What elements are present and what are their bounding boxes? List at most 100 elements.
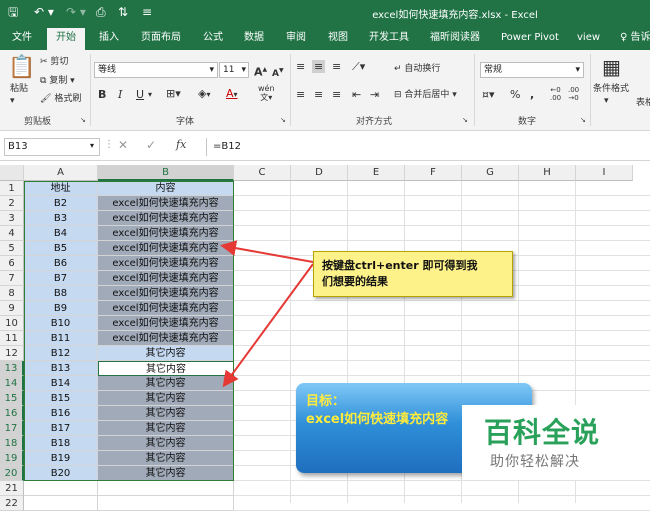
fill-color-icon[interactable]: ◈▾ xyxy=(198,87,210,101)
tab-developer[interactable]: 开发工具 xyxy=(369,32,409,44)
tab-home[interactable]: 开始 xyxy=(47,28,85,50)
column-header-g[interactable]: G xyxy=(462,165,519,181)
select-all-corner[interactable] xyxy=(0,165,24,181)
align-left-icon[interactable]: ≡ xyxy=(296,88,305,101)
align-bottom-icon[interactable]: ≡ xyxy=(332,60,341,73)
cell-b[interactable]: excel如何快速填充内容 xyxy=(98,271,234,286)
font-name-select[interactable]: 等线 ▾ xyxy=(94,62,218,78)
align-top-icon[interactable]: ≡ xyxy=(296,60,305,73)
cell-b[interactable]: excel如何快速填充内容 xyxy=(98,241,234,256)
tab-view[interactable]: 视图 xyxy=(328,32,348,44)
cell-a[interactable]: B6 xyxy=(24,256,98,271)
cell-a[interactable]: B17 xyxy=(24,421,98,436)
name-box[interactable]: B13 xyxy=(4,138,100,156)
tab-review[interactable]: 审阅 xyxy=(286,32,306,44)
cell-b[interactable]: excel如何快速填充内容 xyxy=(98,286,234,301)
paste-dropdown-icon[interactable]: ▾ xyxy=(10,96,15,107)
row-header[interactable]: 22 xyxy=(0,496,24,511)
format-as-table-button[interactable]: 表格 xyxy=(636,98,650,109)
conditional-format-button[interactable]: 条件格式 xyxy=(593,84,629,95)
cell-b[interactable]: excel如何快速填充内容 xyxy=(98,196,234,211)
cell-a[interactable]: B14 xyxy=(24,376,98,391)
row-header[interactable]: 6 xyxy=(0,256,24,271)
shrink-font-button[interactable]: A▼ xyxy=(272,64,284,81)
row-header[interactable]: 13 xyxy=(0,361,24,376)
increase-decimal-icon[interactable]: ←0.00 xyxy=(550,86,561,102)
cell-b[interactable]: excel如何快速填充内容 xyxy=(98,256,234,271)
cell-b[interactable]: excel如何快速填充内容 xyxy=(98,316,234,331)
bold-button[interactable]: B xyxy=(98,88,106,101)
row-header[interactable]: 3 xyxy=(0,211,24,226)
cell-a[interactable]: B7 xyxy=(24,271,98,286)
enter-icon[interactable]: ✓ xyxy=(146,138,156,152)
row-header[interactable]: 2 xyxy=(0,196,24,211)
cell-b[interactable]: 其它内容 xyxy=(98,451,234,466)
row-header[interactable]: 9 xyxy=(0,301,24,316)
cell-a[interactable] xyxy=(24,496,98,511)
row-header[interactable]: 10 xyxy=(0,316,24,331)
conditional-format-icon[interactable]: ▦ xyxy=(602,56,621,78)
cell-a[interactable]: B18 xyxy=(24,436,98,451)
cell-b[interactable]: excel如何快速填充内容 xyxy=(98,211,234,226)
row-header[interactable]: 4 xyxy=(0,226,24,241)
tab-page-layout[interactable]: 页面布局 xyxy=(141,32,181,44)
row-header[interactable]: 8 xyxy=(0,286,24,301)
cell-b[interactable]: 其它内容 xyxy=(98,406,234,421)
phonetic-guide-icon[interactable]: wén 文▾ xyxy=(258,84,275,102)
cell-a[interactable]: 地址 xyxy=(24,181,98,196)
dialog-launcher-icon[interactable]: ↘ xyxy=(80,115,86,126)
cell-a[interactable]: B11 xyxy=(24,331,98,346)
column-header-c[interactable]: C xyxy=(234,165,291,181)
grow-font-button[interactable]: A▲ xyxy=(254,63,267,79)
row-header[interactable]: 16 xyxy=(0,406,24,421)
underline-button[interactable]: U xyxy=(136,88,144,101)
row-header[interactable]: 12 xyxy=(0,346,24,361)
indent-increase-icon[interactable]: ⇥ xyxy=(370,88,379,101)
cell-b[interactable]: excel如何快速填充内容 xyxy=(98,226,234,241)
paste-button[interactable]: 粘贴 xyxy=(10,84,28,95)
font-size-select[interactable]: 11 ▾ xyxy=(219,62,249,78)
formula-input[interactable]: =B12 xyxy=(206,138,650,156)
row-header[interactable]: 11 xyxy=(0,331,24,346)
cell-a[interactable]: B2 xyxy=(24,196,98,211)
cell-a[interactable]: B19 xyxy=(24,451,98,466)
comma-style-button[interactable]: , xyxy=(530,88,534,101)
row-header[interactable]: 1 xyxy=(0,181,24,196)
column-header-f[interactable]: F xyxy=(405,165,462,181)
column-header-h[interactable]: H xyxy=(519,165,576,181)
row-header[interactable]: 7 xyxy=(0,271,24,286)
cell-a[interactable]: B8 xyxy=(24,286,98,301)
cell-a[interactable]: B20 xyxy=(24,466,98,481)
tab-power-pivot[interactable]: Power Pivot xyxy=(501,32,559,44)
paste-icon[interactable]: 📋 xyxy=(8,56,35,80)
cell-b[interactable] xyxy=(98,496,234,511)
cell-b[interactable]: 其它内容 xyxy=(98,436,234,451)
format-painter-button[interactable]: 🖌 格式刷 xyxy=(40,94,81,105)
indent-decrease-icon[interactable]: ⇤ xyxy=(352,88,361,101)
row-header[interactable]: 20 xyxy=(0,466,24,481)
tab-foxit[interactable]: 福昕阅读器 xyxy=(430,32,480,44)
cell-a[interactable] xyxy=(24,481,98,496)
row-header[interactable]: 15 xyxy=(0,391,24,406)
column-header-b[interactable]: B xyxy=(98,165,234,181)
column-header-d[interactable]: D xyxy=(291,165,348,181)
cell-b[interactable]: excel如何快速填充内容 xyxy=(98,301,234,316)
cell-b[interactable]: 其它内容 xyxy=(98,346,234,361)
cell-a[interactable]: B4 xyxy=(24,226,98,241)
dialog-launcher-icon[interactable]: ↘ xyxy=(580,115,586,126)
row-header[interactable]: 21 xyxy=(0,481,24,496)
row-header[interactable]: 14 xyxy=(0,376,24,391)
tab-data[interactable]: 数据 xyxy=(244,32,264,44)
tell-me[interactable]: ♀ 告诉 xyxy=(620,32,650,44)
italic-button[interactable]: I xyxy=(118,88,122,101)
cell-b[interactable]: 其它内容 xyxy=(98,361,234,376)
chevron-down-icon[interactable]: ▾ xyxy=(604,96,609,107)
tab-insert[interactable]: 插入 xyxy=(99,32,119,44)
chevron-down-icon[interactable]: ▾ xyxy=(90,141,94,150)
cell-a[interactable]: B5 xyxy=(24,241,98,256)
align-middle-icon[interactable]: ≡ xyxy=(312,60,326,73)
cancel-icon[interactable]: ✕ xyxy=(118,138,128,152)
decrease-decimal-icon[interactable]: .00 →0 xyxy=(568,86,579,102)
cell-a[interactable]: B13 xyxy=(24,361,98,376)
wrap-text-button[interactable]: ↵ 自动换行 xyxy=(394,64,440,75)
